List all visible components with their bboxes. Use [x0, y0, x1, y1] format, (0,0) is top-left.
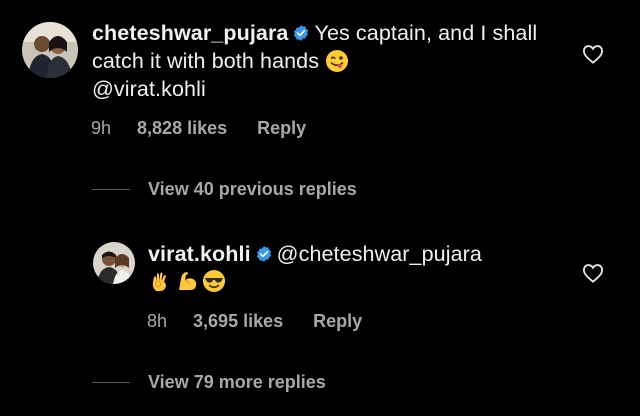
- divider-line: [92, 189, 130, 190]
- comment-time: 9h: [91, 118, 112, 138]
- heart-icon[interactable]: [582, 44, 604, 64]
- verified-badge-icon: [256, 246, 271, 262]
- view-more-label[interactable]: View 79 more replies: [148, 372, 326, 393]
- avatar-cheteshwar-pujara[interactable]: [22, 22, 78, 78]
- view-more-replies[interactable]: View 79 more replies: [92, 372, 326, 393]
- reply-button[interactable]: Reply: [313, 311, 362, 332]
- reply-meta: 8h 3,695 likes Reply: [147, 311, 362, 332]
- view-previous-label[interactable]: View 40 previous replies: [148, 179, 357, 200]
- smiling-face-with-sunglasses-icon: [203, 270, 225, 292]
- comment-likes[interactable]: 8,828 likes: [137, 118, 227, 139]
- comment-meta: 9h 8,828 likes Reply: [91, 118, 306, 139]
- reply-time: 8h: [147, 311, 168, 331]
- view-previous-replies[interactable]: View 40 previous replies: [92, 179, 357, 200]
- reply-likes[interactable]: 3,695 likes: [193, 311, 283, 332]
- verified-badge-icon: [294, 25, 309, 41]
- mention-link[interactable]: @virat.kohli: [92, 77, 206, 101]
- comment-username[interactable]: cheteshwar_pujara: [92, 21, 288, 45]
- comment-body: cheteshwar_pujara Yes captain, and I shal…: [92, 19, 562, 103]
- divider-line: [92, 382, 130, 383]
- heart-icon[interactable]: [582, 263, 604, 283]
- flexed-biceps-icon: [179, 272, 197, 290]
- reply-body: virat.kohli @cheteshwar_pujara: [148, 240, 568, 296]
- ok-hand-icon: [152, 272, 166, 291]
- winking-face-with-tongue-icon: [326, 50, 349, 72]
- reply-emojis: [148, 269, 226, 293]
- reply-username[interactable]: virat.kohli: [148, 242, 251, 266]
- avatar-virat-kohli[interactable]: [93, 242, 135, 284]
- reply-mention[interactable]: @cheteshwar_pujara: [277, 242, 482, 266]
- reply-button[interactable]: Reply: [257, 118, 306, 139]
